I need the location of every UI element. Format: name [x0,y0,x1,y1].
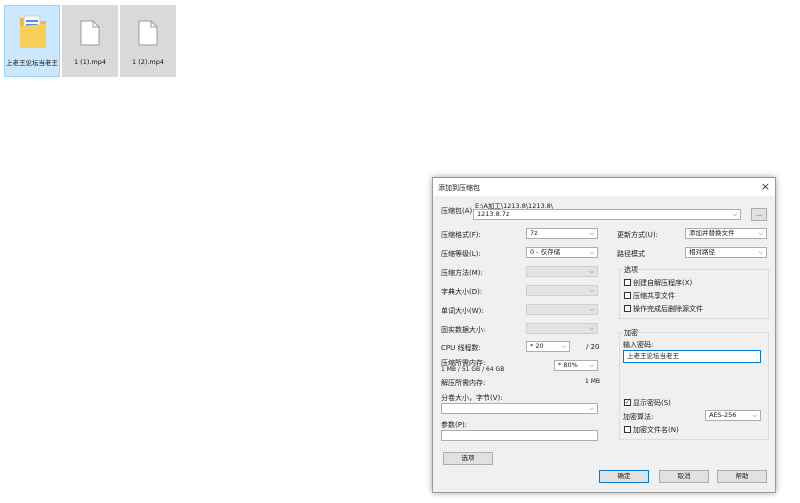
chevron-down-icon: ⌵ [752,412,757,419]
path-mode-label: 路径模式 [617,250,645,258]
browse-button[interactable]: ... [751,208,767,221]
path-mode-value: 相对路径 [689,248,715,256]
create-sfx-label: 创建自解压程序(X) [633,279,693,287]
decomp-value: 1 MB [585,378,601,385]
cpu-label: CPU 线程数: [441,344,481,352]
algo-value: AES-256 [709,411,737,419]
show-password-label: 显示密码(S) [633,399,671,407]
cpu-total: / 20 [586,343,600,351]
chevron-down-icon: ⌵ [589,362,594,369]
level-select[interactable]: 0 - 仅存储 ⌵ [526,247,598,258]
archive-label: 压缩包(A): [441,207,475,215]
chevron-down-icon: ⌵ [732,211,737,218]
update-mode-select[interactable]: 添加并替换文件 ⌵ [685,228,767,239]
chevron-down-icon: ⌵ [758,230,763,237]
encryption-group-title: 加密 [623,328,639,338]
solid-select[interactable]: ⌵ [526,323,598,334]
options-group-title: 选项 [623,265,639,275]
cpu-value: * 20 [530,342,544,350]
delete-after-label: 操作完成后删除源文件 [633,305,703,313]
update-label: 更新方式(U): [617,231,658,239]
folder-icon [20,15,46,48]
compress-shared-checkbox[interactable] [624,292,631,299]
word-label: 单词大小(W): [441,307,484,315]
split-size-combo[interactable]: ⌵ [441,403,598,414]
level-label: 压缩等级(L): [441,250,481,258]
update-value: 添加并替换文件 [689,229,735,237]
chevron-down-icon: ⌵ [589,230,594,237]
chevron-down-icon: ⌵ [589,405,594,412]
create-sfx-checkbox[interactable] [624,279,631,286]
method-select[interactable]: ⌵ [526,266,598,277]
chevron-down-icon: ⌵ [589,268,594,275]
word-select[interactable]: ⌵ [526,304,598,315]
delete-after-checkbox[interactable] [624,305,631,312]
path-mode-select[interactable]: 相对路径 ⌵ [685,247,767,258]
mem-detail: 1 MB / 51 GB / 64 GB [441,366,505,373]
password-value: 上老王论坛当老王 [627,352,679,360]
solid-label: 固实数据大小: [441,326,486,334]
password-input[interactable]: 上老王论坛当老王 [623,350,761,363]
options-button[interactable]: 选项 [443,452,493,465]
encrypt-filenames-label: 加密文件名(N) [633,426,679,434]
format-value: 7z [530,229,538,237]
mem-percent-select[interactable]: * 80% ⌵ [554,360,598,371]
dict-select[interactable]: ⌵ [526,285,598,296]
params-label: 参数(P): [441,421,468,429]
file-icon [80,20,100,46]
add-to-archive-dialog: 添加到压缩包 × 压缩包(A): E:\A加工\1213.8\1213.8\ 1… [432,177,776,493]
archive-name-value: 1213.8.7z [477,210,510,218]
chevron-down-icon: ⌵ [589,249,594,256]
cpu-threads-select[interactable]: * 20 ⌵ [526,341,570,352]
show-password-checkbox[interactable]: ✓ [624,399,631,406]
desktop-item-label: 上老王论坛当老王 [6,59,58,67]
algo-select[interactable]: AES-256 ⌵ [705,410,761,421]
compress-shared-label: 压缩共享文件 [633,292,675,300]
desktop-file-item[interactable]: 1 (1).mp4 [62,5,118,77]
format-label: 压缩格式(F): [441,231,481,239]
chevron-down-icon: ⌵ [758,249,763,256]
format-select[interactable]: 7z ⌵ [526,228,598,239]
desktop-file-item[interactable]: 1 (2).mp4 [120,5,176,77]
chevron-down-icon: ⌵ [589,287,594,294]
desktop-item-label: 1 (1).mp4 [73,58,107,66]
file-icon [138,20,158,46]
archive-name-combo[interactable]: 1213.8.7z ⌵ [473,209,741,220]
password-label: 输入密码: [623,341,654,349]
cancel-button[interactable]: 取消 [659,470,709,483]
encrypt-filenames-checkbox[interactable] [624,426,631,433]
dialog-title: 添加到压缩包 [438,184,480,192]
chevron-down-icon: ⌵ [561,343,566,350]
chevron-down-icon: ⌵ [589,306,594,313]
ok-button[interactable]: 确定 [599,470,649,483]
dict-label: 字典大小(D): [441,288,483,296]
method-label: 压缩方法(M): [441,269,483,277]
params-input[interactable] [441,430,598,441]
algo-label: 加密算法: [623,413,654,421]
decomp-label: 解压所需内存: [441,379,486,387]
dialog-titlebar[interactable]: 添加到压缩包 × [433,178,775,196]
help-button[interactable]: 帮助 [717,470,767,483]
mem-percent-value: * 80% [558,361,578,369]
close-icon[interactable]: × [761,180,770,194]
desktop-item-label: 1 (2).mp4 [131,58,165,66]
level-value: 0 - 仅存储 [530,248,561,256]
checkmark-icon: ✓ [625,399,631,406]
desktop-folder-icon-item[interactable]: 上老王论坛当老王 [4,5,60,77]
split-label: 分卷大小，字节(V): [441,394,503,402]
chevron-down-icon: ⌵ [589,325,594,332]
